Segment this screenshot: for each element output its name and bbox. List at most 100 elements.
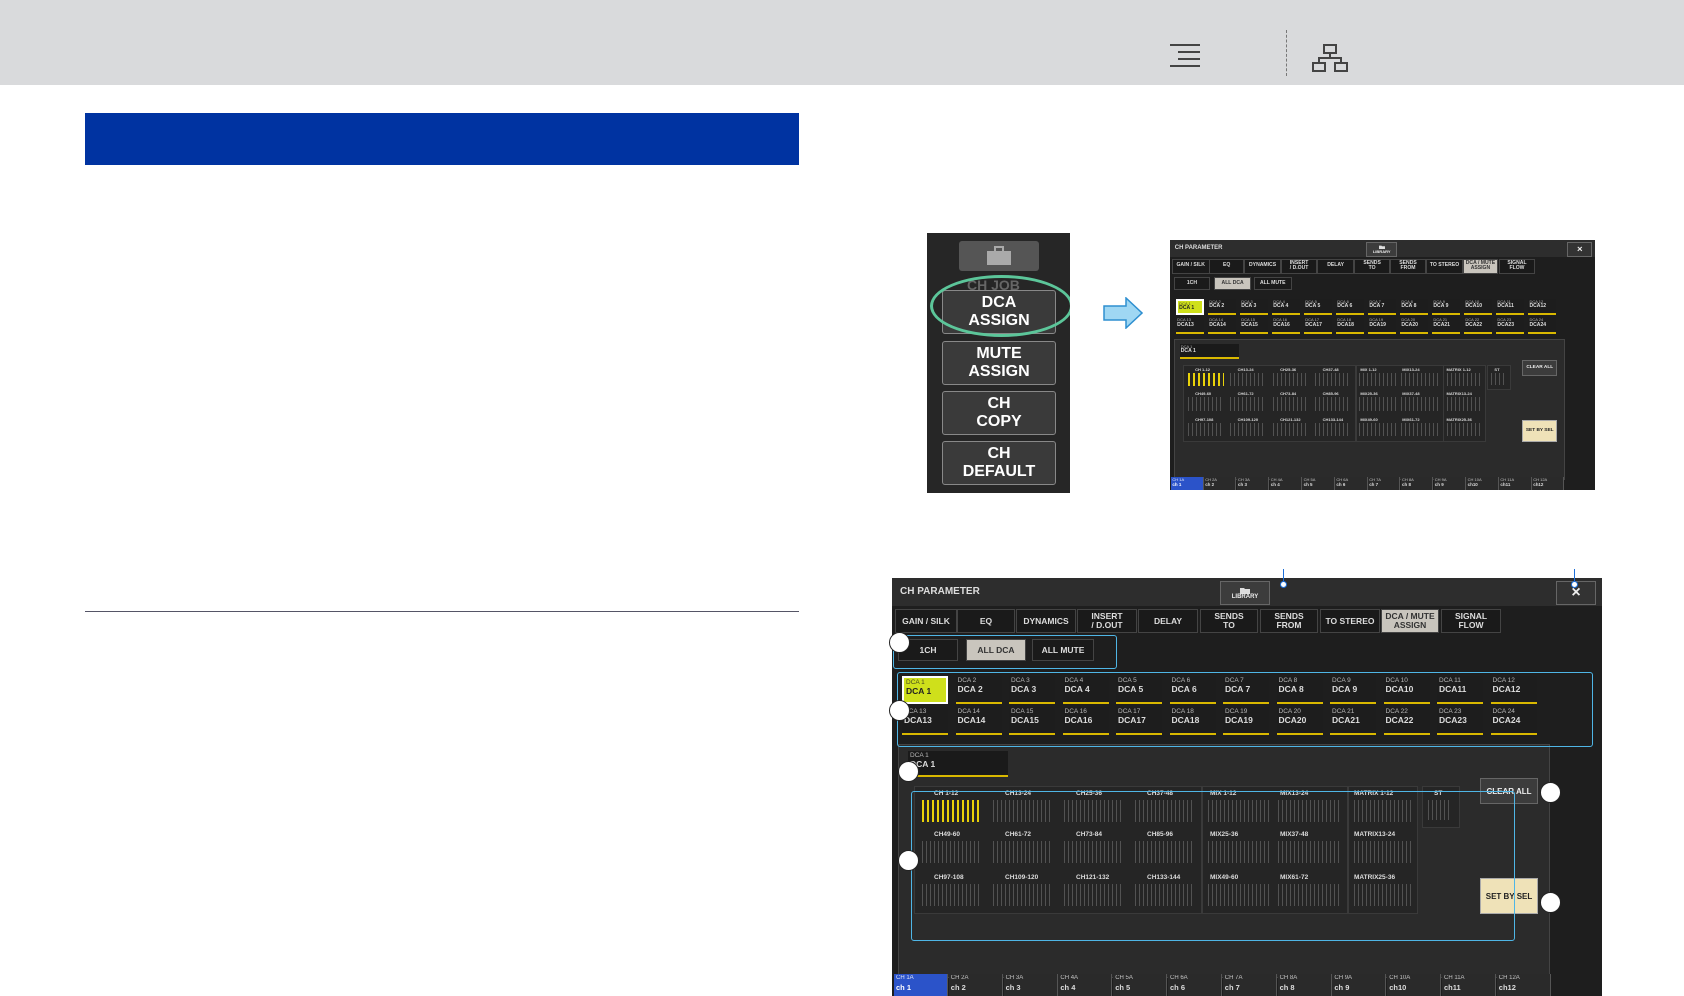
channel-strip-12[interactable]: CH 12A ch12 bbox=[1496, 974, 1551, 996]
tab-insert-d-out[interactable]: INSERT / D.OUT bbox=[1077, 609, 1137, 633]
library-button[interactable]: LIBRARY bbox=[1220, 581, 1270, 605]
dca-button-5[interactable]: DCA 5 DCA 5 bbox=[1304, 298, 1332, 316]
matrix-group-faders[interactable] bbox=[1446, 397, 1483, 411]
dca-button-17[interactable]: DCA 17 DCA17 bbox=[1304, 317, 1332, 334]
tab-eq[interactable]: EQ bbox=[957, 609, 1015, 633]
dca-button-12[interactable]: DCA 12 DCA12 bbox=[1528, 298, 1556, 316]
ch-group-faders[interactable] bbox=[1315, 372, 1352, 387]
tab-eq[interactable]: EQ bbox=[1208, 258, 1245, 274]
dca-button-18[interactable]: DCA 18 DCA18 bbox=[1336, 317, 1364, 334]
ch-group-faders[interactable] bbox=[1272, 423, 1309, 437]
dca-button-15[interactable]: DCA 15 DCA15 bbox=[1240, 317, 1268, 334]
dca-button-9[interactable]: DCA 9 DCA 9 bbox=[1432, 298, 1460, 316]
channel-strip-8[interactable]: CH 8A ch 8 bbox=[1277, 974, 1332, 996]
table-of-contents-icon[interactable] bbox=[1168, 42, 1202, 70]
matrix-group-faders[interactable] bbox=[1446, 372, 1483, 387]
tab-dynamics[interactable]: DYNAMICS bbox=[1244, 258, 1281, 274]
channel-strip-5[interactable]: CH 5A ch 5 bbox=[1302, 476, 1335, 490]
channel-strip-10[interactable]: CH 10A ch10 bbox=[1466, 476, 1499, 490]
mix-group-faders[interactable] bbox=[1359, 397, 1397, 411]
channel-strip-5[interactable]: CH 5A ch 5 bbox=[1113, 974, 1168, 996]
tab-delay[interactable]: DELAY bbox=[1317, 258, 1354, 274]
dca-button-4[interactable]: DCA 4 DCA 4 bbox=[1272, 298, 1300, 316]
ch-group-faders[interactable] bbox=[1272, 397, 1309, 411]
ch-group-faders[interactable] bbox=[1187, 397, 1224, 411]
sitemap-icon[interactable] bbox=[1312, 44, 1348, 72]
tab-signal-flow[interactable]: SIGNAL FLOW bbox=[1498, 258, 1536, 274]
mix-group-faders[interactable] bbox=[1401, 372, 1439, 387]
close-button[interactable]: × bbox=[1567, 241, 1593, 257]
tab-sends-to[interactable]: SENDS TO bbox=[1200, 609, 1258, 633]
library-button[interactable]: LIBRARY bbox=[1366, 241, 1398, 257]
mode-1ch[interactable]: 1CH bbox=[1173, 276, 1211, 291]
channel-strip-11[interactable]: CH 11A ch11 bbox=[1442, 974, 1496, 996]
channel-strip-2[interactable]: CH 2A ch 2 bbox=[948, 974, 1003, 996]
channel-strip-6[interactable]: CH 6A ch 6 bbox=[1168, 974, 1222, 996]
ch-group-faders[interactable] bbox=[1230, 372, 1267, 387]
mute-assign-button[interactable]: MUTE ASSIGN bbox=[942, 341, 1056, 385]
channel-strip-8[interactable]: CH 8A ch 8 bbox=[1400, 476, 1434, 490]
dca-button-14[interactable]: DCA 14 DCA14 bbox=[1208, 317, 1236, 334]
dca-button-23[interactable]: DCA 23 DCA23 bbox=[1496, 317, 1524, 334]
mix-group-faders[interactable] bbox=[1359, 372, 1397, 387]
current-dca-selector[interactable]: DCA 1 DCA 1 bbox=[908, 751, 1008, 777]
tab-sends-to[interactable]: SENDS TO bbox=[1354, 258, 1390, 274]
ch-group-faders[interactable] bbox=[1315, 423, 1352, 437]
tab-sends-from[interactable]: SENDS FROM bbox=[1390, 258, 1426, 274]
channel-strip-2[interactable]: CH 2A ch 2 bbox=[1204, 476, 1237, 490]
st-faders[interactable] bbox=[1490, 372, 1506, 385]
ch-group-faders[interactable] bbox=[1272, 372, 1309, 387]
tab-dca-mute-assign[interactable]: DCA / MUTE ASSIGN bbox=[1381, 609, 1439, 633]
channel-strip-12[interactable]: CH 12A ch12 bbox=[1532, 476, 1565, 490]
ch-copy-button[interactable]: CH COPY bbox=[942, 391, 1056, 435]
tab-signal-flow[interactable]: SIGNAL FLOW bbox=[1441, 609, 1501, 633]
mode-all-mute[interactable]: ALL MUTE bbox=[1253, 276, 1292, 291]
ch-group-faders[interactable] bbox=[1230, 423, 1267, 437]
current-dca-selector[interactable]: DCA 1 DCA 1 bbox=[1179, 343, 1240, 360]
tab-dca-mute-assign[interactable]: DCA / MUTE ASSIGN bbox=[1462, 258, 1499, 274]
tab-sends-from[interactable]: SENDS FROM bbox=[1260, 609, 1318, 633]
dca-button-24[interactable]: DCA 24 DCA24 bbox=[1528, 317, 1556, 334]
channel-strip-1[interactable]: CH 1A ch 1 bbox=[1171, 476, 1204, 490]
dca-button-19[interactable]: DCA 19 DCA19 bbox=[1368, 317, 1396, 334]
dca-button-16[interactable]: DCA 16 DCA16 bbox=[1272, 317, 1300, 334]
ch-default-button[interactable]: CH DEFAULT bbox=[942, 441, 1056, 485]
channel-strip-9[interactable]: CH 9A ch 9 bbox=[1332, 974, 1387, 996]
dca-button-22[interactable]: DCA 22 DCA22 bbox=[1464, 317, 1492, 334]
channel-strip-7[interactable]: CH 7A ch 7 bbox=[1222, 974, 1277, 996]
channel-strip-3[interactable]: CH 3A ch 3 bbox=[1003, 974, 1058, 996]
ch-group-faders[interactable] bbox=[1315, 397, 1352, 411]
dca-button-11[interactable]: DCA 11 DCA11 bbox=[1496, 298, 1524, 316]
channel-strip-10[interactable]: CH 10A ch10 bbox=[1387, 974, 1442, 996]
ch-group-faders[interactable] bbox=[1187, 372, 1224, 387]
channel-strip-3[interactable]: CH 3A ch 3 bbox=[1236, 476, 1270, 490]
tab-to-stereo[interactable]: TO STEREO bbox=[1426, 258, 1463, 274]
tab-dynamics[interactable]: DYNAMICS bbox=[1016, 609, 1076, 633]
mix-group-faders[interactable] bbox=[1359, 423, 1397, 437]
channel-strip-1[interactable]: CH 1A ch 1 bbox=[894, 974, 948, 996]
dca-button-13[interactable]: DCA 13 DCA13 bbox=[1175, 317, 1204, 334]
channel-strip-4[interactable]: CH 4A ch 4 bbox=[1058, 974, 1113, 996]
ch-group-faders[interactable] bbox=[1187, 423, 1224, 437]
dca-button-2[interactable]: DCA 2 DCA 2 bbox=[1208, 298, 1236, 316]
mode-all-dca[interactable]: ALL DCA bbox=[1214, 276, 1251, 291]
dca-button-1[interactable]: DCA 1 DCA 1 bbox=[1175, 298, 1204, 316]
ch-group-faders[interactable] bbox=[1230, 397, 1267, 411]
tab-to-stereo[interactable]: TO STEREO bbox=[1320, 609, 1380, 633]
tab-insert-d-out[interactable]: INSERT / D.OUT bbox=[1280, 258, 1318, 274]
tab-gain-silk[interactable]: GAIN / SILK bbox=[1171, 258, 1210, 274]
dca-button-20[interactable]: DCA 20 DCA20 bbox=[1400, 317, 1428, 334]
tab-gain-silk[interactable]: GAIN / SILK bbox=[895, 609, 957, 633]
channel-strip-11[interactable]: CH 11A ch11 bbox=[1499, 476, 1532, 490]
dca-button-6[interactable]: DCA 6 DCA 6 bbox=[1336, 298, 1364, 316]
dca-button-8[interactable]: DCA 8 DCA 8 bbox=[1400, 298, 1428, 316]
channel-strip-9[interactable]: CH 9A ch 9 bbox=[1433, 476, 1466, 490]
channel-strip-4[interactable]: CH 4A ch 4 bbox=[1269, 476, 1302, 490]
mix-group-faders[interactable] bbox=[1401, 423, 1439, 437]
dca-button-10[interactable]: DCA 10 DCA10 bbox=[1464, 298, 1492, 316]
channel-strip-6[interactable]: CH 6A ch 6 bbox=[1335, 476, 1368, 490]
set-by-sel-button[interactable]: SET BY SEL bbox=[1521, 419, 1558, 442]
dca-button-21[interactable]: DCA 21 DCA21 bbox=[1432, 317, 1460, 334]
channel-strip-7[interactable]: CH 7A ch 7 bbox=[1368, 476, 1401, 490]
mix-group-faders[interactable] bbox=[1401, 397, 1439, 411]
